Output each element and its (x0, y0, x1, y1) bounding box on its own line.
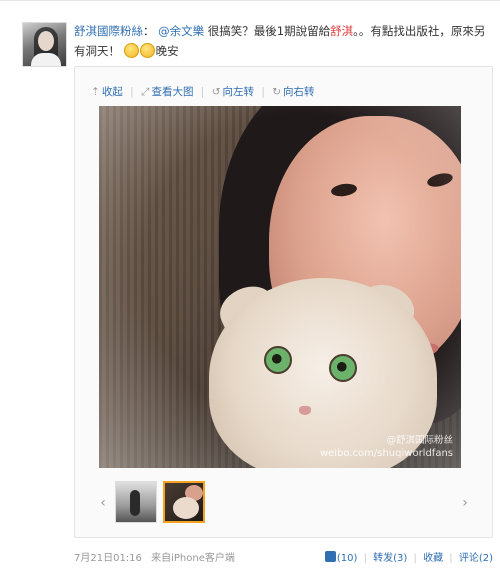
media-card: ⇡ 收起 | ⤢ 查看大图 | ↺ 向左转 | ↻ 向右转 @舒淇国际粉丝 weibo.… (74, 66, 493, 538)
emoji-icon (139, 43, 155, 58)
avatar-face (38, 31, 54, 51)
next-arrow-icon[interactable]: › (457, 494, 473, 512)
toolbar-separator: | (261, 86, 265, 98)
actions-separator: | (449, 553, 453, 564)
post-body-part1: 很搞笑？最後1期說留給 (204, 24, 331, 38)
favorite-link[interactable]: 收藏 (423, 553, 443, 564)
author-colon: ： (143, 24, 155, 38)
emoji-icon (123, 43, 139, 58)
toolbar-separator: | (130, 86, 134, 98)
post-text: 舒淇國際粉絲： @余文樂 很搞笑？最後1期說留給舒淇。。有點找出版社，原來另有洞… (74, 21, 492, 61)
actions-separator: | (413, 553, 417, 564)
like-count[interactable]: (10) (337, 553, 358, 564)
thumbnail-selected[interactable] (163, 481, 205, 523)
actions-separator: | (363, 553, 367, 564)
collapse-link[interactable]: 收起 (102, 86, 123, 98)
avatar-body (31, 53, 61, 66)
avatar[interactable] (22, 22, 67, 67)
post-actions: (10) | 转发(3) | 收藏 | 评论(2) (324, 549, 493, 564)
view-large-icon: ⤢ (141, 86, 150, 98)
rotate-right-icon: ↻ (272, 86, 282, 98)
post-source: 来自iPhone客户端 (151, 553, 235, 564)
comment-link[interactable]: 评论(2) (459, 553, 493, 564)
post-time-link[interactable]: 7月21日01:16 (74, 553, 142, 564)
toolbar-separator: | (200, 86, 205, 98)
repost-link[interactable]: 转发(3) (373, 553, 407, 564)
thumbnail-figure (130, 490, 140, 516)
highlight-link[interactable]: 舒淇 (330, 24, 353, 38)
rotate-left-icon: ↺ (211, 86, 221, 98)
thumbnail-cat (173, 497, 199, 519)
thumbnail[interactable] (115, 481, 157, 523)
thumbnail-strip: ‹ › (99, 481, 468, 525)
mention-link[interactable]: @余文樂 (158, 24, 204, 38)
author-link[interactable]: 舒淇國際粉絲 (74, 24, 143, 38)
post-body-part3: 晚安 (155, 44, 179, 58)
watermark-url: weibo.com/shuqiworldfans (319, 448, 453, 459)
rotate-right-link[interactable]: 向右转 (283, 86, 315, 98)
collapse-icon: ⇡ (91, 86, 100, 98)
watermark-handle: @舒淇国际粉丝 (386, 435, 453, 446)
view-large-link[interactable]: 查看大图 (151, 86, 193, 98)
main-photo[interactable]: @舒淇国际粉丝 weibo.com/shuqiworldfans (99, 106, 461, 468)
post-meta: 7月21日01:16 来自iPhone客户端 (74, 549, 235, 564)
photo-watermark: @舒淇国际粉丝 weibo.com/shuqiworldfans (320, 434, 453, 460)
prev-arrow-icon[interactable]: ‹ (95, 494, 111, 512)
photo-vignette (99, 106, 461, 468)
rotate-left-link[interactable]: 向左转 (223, 86, 255, 98)
media-toolbar: ⇡ 收起 | ⤢ 查看大图 | ↺ 向左转 | ↻ 向右转 (91, 84, 315, 99)
top-divider (0, 0, 500, 1)
thumbs-up-icon[interactable] (324, 551, 336, 562)
